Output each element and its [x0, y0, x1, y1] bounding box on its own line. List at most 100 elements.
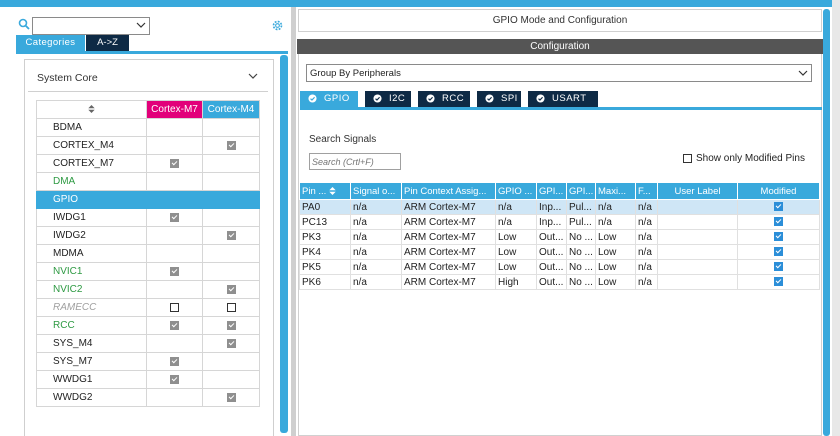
chevron-down-icon[interactable]: [247, 70, 259, 82]
show-modified-checkbox[interactable]: [683, 154, 692, 163]
assigned-checkbox[interactable]: [226, 320, 236, 330]
assigned-checkbox[interactable]: [226, 338, 236, 348]
peripheral-m7-cell[interactable]: [146, 262, 203, 281]
assigned-checkbox[interactable]: [170, 158, 179, 168]
assigned-checkbox[interactable]: [226, 392, 236, 402]
peripheral-row[interactable]: CORTEX_M4: [36, 136, 260, 155]
check-circle-icon: [426, 94, 435, 103]
peripheral-m4-cell[interactable]: [202, 334, 260, 353]
gear-icon[interactable]: [271, 19, 284, 32]
peripheral-m4-cell[interactable]: [202, 280, 260, 299]
user-label-cell[interactable]: [657, 214, 738, 230]
empty-checkbox[interactable]: [226, 302, 236, 312]
group-by-select[interactable]: Group By Peripherals: [306, 64, 812, 82]
user-label-cell[interactable]: [657, 244, 738, 260]
assigned-checkbox[interactable]: [170, 356, 179, 366]
peripheral-row[interactable]: RCC: [36, 316, 260, 335]
peripheral-m4-cell[interactable]: [202, 298, 260, 317]
tab-spi[interactable]: SPI: [477, 91, 521, 107]
right-scrollbar[interactable]: [823, 9, 830, 436]
tab-i2c-label: I2C: [389, 93, 406, 104]
search-signals-label: Search Signals: [309, 134, 377, 145]
peripheral-row[interactable]: NVIC2: [36, 280, 260, 299]
column-header-pin-context[interactable]: Pin Context Assig...: [401, 183, 496, 200]
table-row[interactable]: PA0 n/a ARM Cortex-M7 n/a Inp... Pul... n/a n/a: [299, 199, 820, 215]
search-icon[interactable]: [18, 18, 30, 30]
search-signals-input[interactable]: [309, 153, 401, 170]
table-row[interactable]: PK6 n/a ARM Cortex-M7 High Out... No ... Low n/…: [299, 274, 820, 290]
table-row[interactable]: PK4 n/a ARM Cortex-M7 Low Out... No ... Low n/a: [299, 244, 820, 260]
category-system-core[interactable]: System Core: [37, 72, 98, 84]
assigned-checkbox[interactable]: [170, 266, 179, 276]
peripheral-row[interactable]: IWDG2: [36, 226, 260, 245]
assigned-checkbox[interactable]: [170, 212, 179, 222]
column-header-signal[interactable]: Signal o...: [350, 183, 402, 200]
tab-usart[interactable]: USART: [528, 91, 598, 107]
column-header-gpio-mode[interactable]: GPI...: [536, 183, 567, 200]
empty-checkbox[interactable]: [170, 302, 179, 312]
modified-cell: [737, 199, 820, 215]
peripheral-row[interactable]: SYS_M4: [36, 334, 260, 353]
gpio-mode-cell: Out...: [536, 274, 567, 290]
assigned-checkbox[interactable]: [226, 284, 236, 294]
user-label-cell[interactable]: [657, 274, 738, 290]
peripheral-name: GPIO: [36, 190, 147, 209]
column-header-modified[interactable]: Modified: [737, 183, 820, 200]
assigned-checkbox[interactable]: [226, 230, 236, 240]
peripheral-row[interactable]: BDMA: [36, 118, 260, 137]
peripheral-row[interactable]: RAMECC: [36, 298, 260, 317]
column-header-pin[interactable]: Pin ...: [299, 183, 351, 200]
peripheral-row[interactable]: SYS_M7: [36, 352, 260, 371]
peripheral-m7-cell[interactable]: [146, 208, 203, 227]
tab-gpio[interactable]: GPIO: [300, 91, 358, 107]
peripheral-row[interactable]: IWDG1: [36, 208, 260, 227]
peripheral-name: RCC: [36, 316, 147, 335]
peripheral-m7-cell: [146, 334, 203, 353]
peripheral-row[interactable]: WWDG2: [36, 388, 260, 407]
column-header-gpio-output-level[interactable]: GPIO ...: [495, 183, 537, 200]
panel-splitter[interactable]: [291, 7, 296, 436]
tab-i2c[interactable]: I2C: [365, 91, 411, 107]
peripheral-name: DMA: [36, 172, 147, 191]
column-header-user-label[interactable]: User Label: [657, 183, 738, 200]
user-label-cell[interactable]: [657, 259, 738, 275]
tab-a-to-z[interactable]: A->Z: [86, 35, 129, 51]
peripheral-m7-cell[interactable]: [146, 154, 203, 173]
peripheral-name: CORTEX_M4: [36, 136, 147, 155]
search-combo[interactable]: [32, 17, 150, 35]
sort-header[interactable]: [36, 100, 147, 119]
table-row[interactable]: PK5 n/a ARM Cortex-M7 Low Out... No ... Low n/a: [299, 259, 820, 275]
assigned-checkbox[interactable]: [226, 140, 236, 150]
peripheral-m4-cell[interactable]: [202, 316, 260, 335]
tab-categories[interactable]: Categories: [16, 35, 85, 51]
peripheral-m4-cell[interactable]: [202, 388, 260, 407]
table-row[interactable]: PK3 n/a ARM Cortex-M7 Low Out... No ... Low n/a: [299, 229, 820, 245]
peripheral-m7-cell[interactable]: [146, 316, 203, 335]
peripheral-m7-cell[interactable]: [146, 370, 203, 389]
left-scrollbar[interactable]: [280, 55, 288, 433]
peripheral-row[interactable]: WWDG1: [36, 370, 260, 389]
assigned-checkbox[interactable]: [170, 374, 179, 384]
tab-rcc[interactable]: RCC: [418, 91, 470, 107]
peripheral-row[interactable]: DMA: [36, 172, 260, 191]
sort-icon: [88, 105, 95, 114]
column-header-gpio-pull[interactable]: GPI...: [566, 183, 596, 200]
configuration-band: Configuration: [297, 39, 823, 54]
table-row[interactable]: PC13 n/a ARM Cortex-M7 n/a Inp... Pul... n/a n/…: [299, 214, 820, 230]
peripheral-row[interactable]: NVIC1: [36, 262, 260, 281]
peripheral-m7-cell[interactable]: [146, 352, 203, 371]
peripheral-m4-cell[interactable]: [202, 226, 260, 245]
peripheral-m7-cell[interactable]: [146, 298, 203, 317]
user-label-cell[interactable]: [657, 199, 738, 215]
assigned-checkbox[interactable]: [170, 320, 179, 330]
column-header-fast-mode[interactable]: F...: [635, 183, 658, 200]
column-header-max-speed[interactable]: Maxi...: [595, 183, 636, 200]
peripheral-row[interactable]: MDMA: [36, 244, 260, 263]
peripheral-row[interactable]: CORTEX_M7: [36, 154, 260, 173]
gpio-pull-cell: No ...: [566, 259, 596, 275]
peripheral-row[interactable]: GPIO: [36, 190, 260, 209]
user-label-cell[interactable]: [657, 229, 738, 245]
peripheral-m4-cell[interactable]: [202, 136, 260, 155]
check-circle-icon: [373, 94, 382, 103]
modified-checkbox: [774, 262, 783, 272]
